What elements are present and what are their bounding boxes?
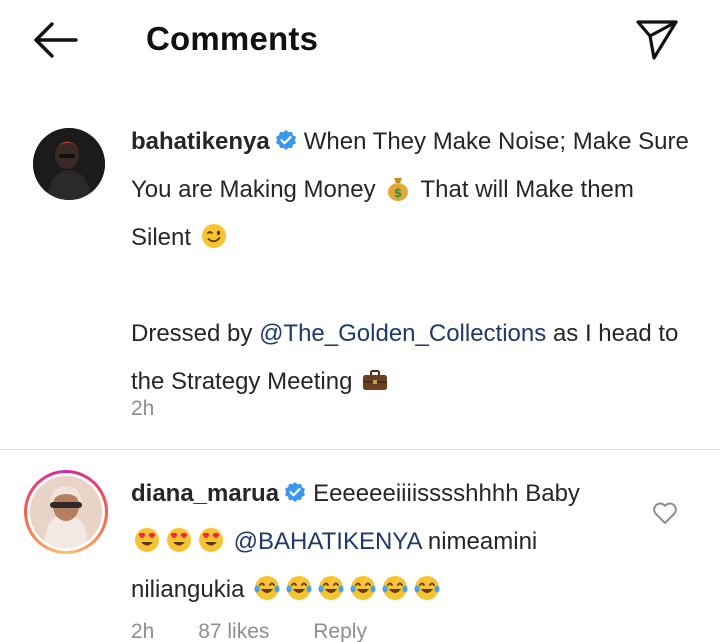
- tears-of-joy-emoji-icon: [413, 574, 441, 602]
- tears-of-joy-emoji-icon: [349, 574, 377, 602]
- comment-text-part-1: Eeeeeeiiiisssshhhh Baby: [313, 480, 580, 507]
- heart-eyes-emoji-icon: [133, 526, 161, 554]
- comment-mention-link[interactable]: @BAHATIKENYA: [234, 528, 422, 555]
- send-paper-plane-icon[interactable]: [632, 16, 682, 62]
- tears-of-joy-emoji-icon: [253, 574, 281, 602]
- heart-eyes-emoji-icon: [197, 526, 225, 554]
- reply-button[interactable]: Reply: [313, 620, 367, 642]
- commenter-avatar[interactable]: [30, 476, 102, 548]
- caption-username[interactable]: bahatikenya: [131, 128, 270, 155]
- tears-of-joy-emoji-icon: [285, 574, 313, 602]
- briefcase-emoji-icon: [361, 366, 389, 394]
- money-bag-emoji-icon: $: [384, 174, 412, 202]
- tears-of-joy-emoji-icon: [381, 574, 409, 602]
- comment-timestamp: 2h: [131, 620, 155, 642]
- page-title: Comments: [146, 20, 319, 57]
- post-caption: bahatikenya When They Make Noise; Make Su…: [131, 118, 691, 406]
- heart-eyes-emoji-icon: [165, 526, 193, 554]
- comment-username[interactable]: diana_marua: [131, 480, 279, 507]
- tears-of-joy-emoji-icon: [317, 574, 345, 602]
- heart-outline-icon[interactable]: [651, 500, 679, 526]
- verified-badge-icon: [274, 122, 298, 150]
- caption-text-part-3: Dressed by: [131, 320, 253, 347]
- section-divider: [0, 449, 720, 450]
- comment-meta: 2h 87 likes Reply: [131, 620, 405, 642]
- verified-badge-icon: [283, 474, 307, 502]
- winking-face-emoji-icon: [200, 222, 228, 250]
- back-arrow-icon[interactable]: [30, 20, 80, 60]
- caption-timestamp: 2h: [131, 397, 155, 420]
- comment-likes-count[interactable]: 87 likes: [198, 620, 269, 642]
- top-bar: Comments: [0, 0, 720, 84]
- caption-mention-link[interactable]: @The_Golden_Collections: [259, 320, 546, 347]
- comment-body: diana_marua Eeeeeeiiiisssshhhh Baby @BAHA…: [131, 470, 631, 614]
- svg-text:$: $: [394, 186, 402, 200]
- caption-author-avatar[interactable]: [33, 128, 105, 200]
